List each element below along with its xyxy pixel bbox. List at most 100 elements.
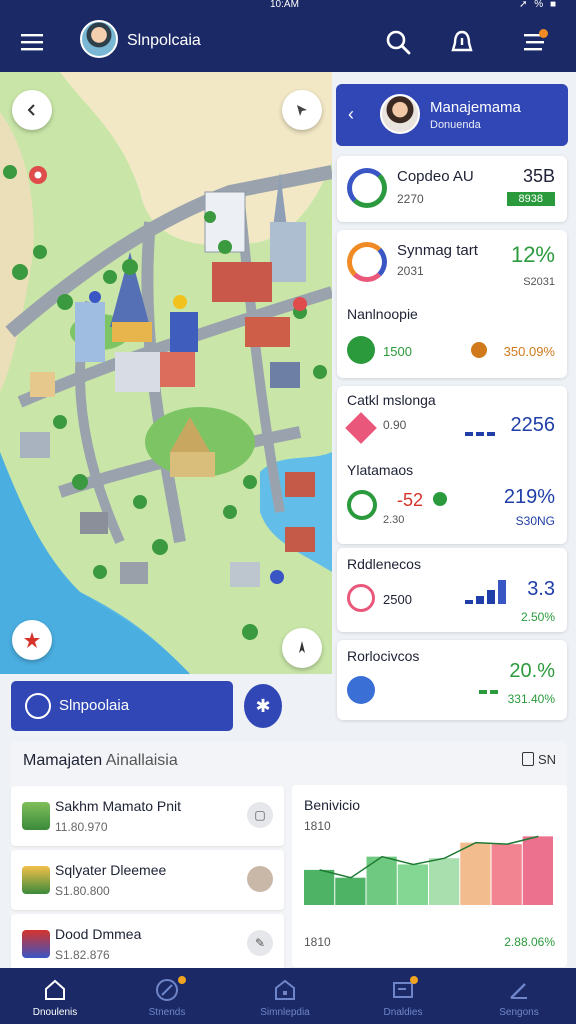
nav-label: Dnaldies [383, 1007, 423, 1018]
chart-card[interactable]: Benivicio 1810 1810 2.88.06% [292, 785, 567, 967]
card-value: 2256 [510, 414, 556, 436]
card-left-value: -52 [397, 490, 424, 510]
details-subtitle: Donuenda [430, 119, 481, 131]
details-header[interactable]: ‹ Manajemama Donuenda [336, 84, 568, 146]
ring-icon [347, 490, 377, 520]
bottom-nav: Dnoulenis Stnends Simnlepdia Dnaldies Se… [0, 968, 576, 1024]
list-item[interactable]: Sqlyater Dleemee S1.80.800 [11, 850, 284, 910]
mini-bars-green [479, 678, 498, 694]
list-item-name: Sqlyater Dleemee [55, 862, 167, 878]
back-arrow-icon[interactable]: ‹ [348, 104, 354, 125]
pointer-icon [297, 105, 307, 116]
compass-icon [156, 979, 178, 1001]
card-title: Catkl mslonga [347, 392, 436, 408]
map-illustration [0, 72, 332, 674]
stat-card-catkl[interactable]: Catkl mslonga 0.90 2256 Ylatamaos -52 2.… [337, 386, 567, 544]
nav-label: Stnends [148, 1007, 186, 1018]
stat-card-copdeo[interactable]: Copdeo AU 2270 35B 8938 [337, 156, 567, 222]
chart-bar [491, 844, 522, 905]
profile-avatar[interactable] [80, 20, 118, 58]
card-sub-value: 2.50% [520, 610, 555, 624]
chevron-left-icon [27, 104, 35, 116]
area-chart [304, 835, 553, 905]
chart-bar [335, 877, 366, 905]
card-title: Copdeo AU [397, 168, 474, 185]
list-item-name: Dood Dmmea [55, 926, 142, 942]
map-favorite-button[interactable] [12, 620, 52, 660]
menu-icon[interactable] [16, 26, 48, 58]
chart-bottom-right: 2.88.06% [504, 935, 555, 949]
card-value: 219% [503, 486, 555, 508]
card-badge: 8938 [506, 192, 555, 206]
list-item[interactable]: Dood Dmmea S1.82.876 ✎ [11, 914, 284, 974]
nav-badge [410, 976, 418, 984]
building-icon [22, 802, 50, 830]
map-compass-button[interactable] [282, 628, 322, 668]
notifications-icon[interactable] [518, 26, 550, 58]
app-title: Slnpolcaia [127, 32, 201, 49]
map-layers-button[interactable] [282, 90, 322, 130]
city-map[interactable] [0, 72, 332, 674]
status-time: 10:AM [270, 0, 299, 10]
copy-icon[interactable]: ▢ [247, 802, 273, 828]
card-title: Synmag tart [397, 242, 478, 259]
list-item[interactable]: Sakhm Mamato Pnit 11.80.970 ▢ [11, 786, 284, 846]
bottom-sheet-title: Mamajaten Ainallaisia [23, 752, 178, 770]
chart-bar [304, 869, 335, 905]
bottom-sheet-title-suffix: Ainallaisia [105, 752, 178, 769]
mini-bars-blue [465, 578, 506, 604]
chart-bar [429, 858, 460, 905]
star-icon [24, 632, 40, 648]
nav-explore[interactable]: Stnends [112, 968, 222, 1024]
bottom-sheet-title-main: Mamajaten [23, 752, 103, 769]
card-left-value: 0.90 [383, 418, 407, 432]
coin-icon [471, 342, 487, 358]
details-avatar [380, 94, 420, 134]
bottom-sheet-action[interactable]: SN [522, 752, 556, 767]
locate-fab[interactable]: ✱ [244, 684, 282, 728]
chart-bar [522, 836, 553, 905]
card-left-value: 2500 [383, 592, 412, 607]
mini-bars-blue [465, 420, 495, 436]
nav-label: Dnoulenis [32, 1007, 78, 1018]
card-right-value: 350.09% [503, 344, 555, 359]
search-icon[interactable] [382, 26, 414, 58]
card-sub-value: 331.40% [507, 692, 555, 706]
nav-places[interactable]: Simnlepdia [230, 968, 340, 1024]
clock-icon [347, 584, 375, 612]
shield-icon [433, 492, 447, 506]
compass-icon [299, 641, 305, 653]
crosshair-icon: ✱ [255, 695, 271, 716]
nav-inbox[interactable]: Dnaldies [348, 968, 458, 1024]
stat-card-synmag[interactable]: Synmag tart 2031 12% S2031 Nanlnoopie 15… [337, 230, 567, 378]
card-subtitle: 2031 [397, 264, 424, 278]
cta-label: Slnpoolaia [59, 697, 130, 714]
square-icon [522, 752, 535, 766]
donut-icon [347, 168, 387, 208]
nav-badge [178, 976, 186, 984]
house-icon [22, 866, 50, 894]
bottom-sheet-action-label: SN [537, 752, 556, 767]
card-left-value: 1500 [383, 344, 412, 359]
alert-icon[interactable] [446, 26, 478, 58]
list-item-sub: 11.80.970 [55, 820, 108, 834]
card-sub-value: S30NG [515, 514, 555, 528]
status-bar: 10:AM ➚ % ■ [0, 0, 576, 12]
stat-card-rddlenecos[interactable]: Rddlenecos 2500 3.3 2.50% [337, 548, 567, 632]
chart-bottom-left: 1810 [304, 935, 331, 949]
nav-settings[interactable]: Sengons [464, 968, 574, 1024]
person-avatar[interactable] [247, 866, 273, 892]
card-sub-value: S2031 [523, 276, 555, 288]
card-value: 3.3 [527, 578, 555, 600]
nav-label: Simnlepdia [260, 1007, 310, 1018]
nav-home[interactable]: Dnoulenis [0, 968, 110, 1024]
temple-icon [22, 930, 50, 958]
app-bar: Slnpolcaia [0, 12, 576, 72]
stat-card-rorlocivcos[interactable]: Rorlocivcos 20.% 331.40% [337, 640, 567, 720]
card-value: 35B [522, 166, 555, 186]
map-cta-button[interactable]: Slnpoolaia [11, 681, 233, 731]
list-item-name: Sakhm Mamato Pnit [55, 798, 182, 814]
home-icon [45, 979, 65, 1000]
map-back-button[interactable] [12, 90, 52, 130]
edit-icon[interactable]: ✎ [247, 930, 273, 956]
